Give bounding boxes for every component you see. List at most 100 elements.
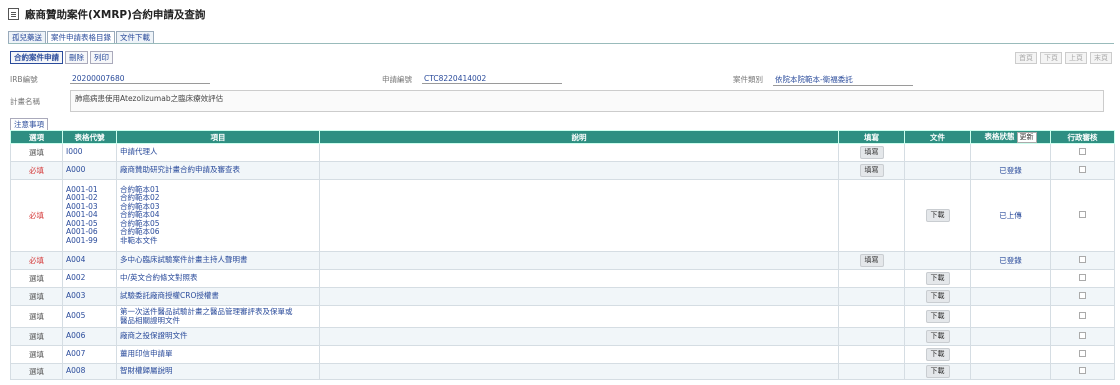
review-checkbox[interactable] <box>1079 312 1086 319</box>
table-row[interactable]: 選填 A006 廠商之投保證明文件 下載 <box>10 327 1115 346</box>
form-item-link[interactable]: 廠商之投保證明文件 <box>120 331 316 340</box>
desc-cell <box>319 179 839 252</box>
status-cell <box>970 269 1051 288</box>
form-code: A005 <box>66 311 86 321</box>
pager: 首頁 下頁 上頁 末頁 <box>1015 52 1112 64</box>
form-item-link[interactable]: 中/英文合約條文對照表 <box>120 273 316 282</box>
code-cell: I000 <box>62 143 117 162</box>
form-item-link[interactable]: 多中心臨床試驗案件計畫主持人聲明書 <box>120 255 316 264</box>
form-code: A008 <box>66 366 86 376</box>
first-page-button[interactable]: 首頁 <box>1015 52 1037 64</box>
review-checkbox[interactable] <box>1079 274 1086 281</box>
fill-button[interactable]: 填寫 <box>859 254 884 267</box>
review-checkbox[interactable] <box>1079 367 1086 374</box>
review-checkbox[interactable] <box>1079 292 1086 299</box>
code-cell: A004 <box>62 251 117 270</box>
download-button[interactable]: 下載 <box>925 209 950 222</box>
doc-cell <box>904 161 971 180</box>
table-row[interactable]: 必填 A001-01 A001-02 A001-03 A001-04 A001-05 A00… <box>10 179 1115 252</box>
review-checkbox[interactable] <box>1079 166 1086 173</box>
desc-cell <box>319 287 839 306</box>
info-row: IRB編號 20200007680 申請編號 CTC8220414002 案件類… <box>10 74 1114 88</box>
form-item-link[interactable]: 試驗委託廠商授權CRO授權書 <box>120 291 316 300</box>
review-checkbox[interactable] <box>1079 332 1086 339</box>
delete-button[interactable]: 刪除 <box>65 51 88 64</box>
code-cell: A007 <box>62 345 117 364</box>
fill-cell: 填寫 <box>838 161 905 180</box>
item-cell: 合約範本01 合約範本02 合約範本03 合約範本04 合約範本05 合約範本06 非範本文… <box>116 179 320 252</box>
update-button[interactable]: 更新 <box>1016 132 1037 143</box>
form-item-link[interactable]: 非範本文件 <box>120 236 316 245</box>
code-cell: A002 <box>62 269 117 288</box>
form-item-link[interactable]: 薑用印信申請單 <box>120 349 316 358</box>
review-cell <box>1050 363 1115 380</box>
option-cell: 選填 <box>10 269 63 288</box>
code-cell: A005 <box>62 305 117 328</box>
form-item-link[interactable]: 廠商贊助研究計畫合約申請及審查表 <box>120 165 316 174</box>
form-item-link[interactable]: 醫品相關證明文件 <box>120 316 316 325</box>
item-cell: 廠商之投保證明文件 <box>116 327 320 346</box>
status-cell <box>970 143 1051 162</box>
notice-tab[interactable]: 注意事項 <box>10 118 48 130</box>
review-checkbox[interactable] <box>1079 350 1086 357</box>
table-row[interactable]: 選填 A002 中/英文合約條文對照表 下載 <box>10 269 1115 288</box>
option-cell: 必填 <box>10 251 63 270</box>
plan-name-label: 計畫名稱 <box>10 97 40 106</box>
col-desc: 說明 <box>319 130 839 144</box>
fill-cell <box>838 305 905 328</box>
col-fill: 填寫 <box>838 130 905 144</box>
table-row[interactable]: 選填 A003 試驗委託廠商授權CRO授權書 下載 <box>10 287 1115 306</box>
desc-cell <box>319 345 839 364</box>
form-code: A002 <box>66 273 86 283</box>
table-row[interactable]: 選填 I000 申請代理人 填寫 <box>10 143 1115 162</box>
table-row[interactable]: 必填 A000 廠商贊助研究計畫合約申請及審查表 填寫 已登錄 <box>10 161 1115 180</box>
form-code: A000 <box>66 165 86 175</box>
prev-page-button[interactable]: 上頁 <box>1065 52 1087 64</box>
apply-no-value: CTC8220414002 <box>422 74 562 84</box>
col-doc: 文件 <box>904 130 971 144</box>
review-checkbox[interactable] <box>1079 256 1086 263</box>
table-row[interactable]: 必填 A004 多中心臨床試驗案件計畫主持人聲明書 填寫 已登錄 <box>10 251 1115 270</box>
download-button[interactable]: 下載 <box>925 272 950 285</box>
table-row[interactable]: 選填 A007 薑用印信申請單 下載 <box>10 345 1115 364</box>
window-title-bar: 廠商贊助案件(XMRP)合約申請及查詢 <box>8 6 1114 22</box>
fill-button[interactable]: 填寫 <box>859 146 884 159</box>
col-code: 表格代號 <box>62 130 117 144</box>
doc-cell <box>904 251 971 270</box>
next-page-button[interactable]: 下頁 <box>1040 52 1062 64</box>
option-cell: 選填 <box>10 143 63 162</box>
apply-contract-button[interactable]: 合約案件申請 <box>10 51 63 64</box>
download-button[interactable]: 下載 <box>925 365 950 378</box>
form-item-link[interactable]: 智財權歸屬說明 <box>120 366 316 375</box>
form-code: A004 <box>66 255 86 265</box>
table-row[interactable]: 選填 A008 智財權歸屬說明 下載 <box>10 363 1115 380</box>
last-page-button[interactable]: 末頁 <box>1090 52 1112 64</box>
download-button[interactable]: 下載 <box>925 330 950 343</box>
doc-cell: 下載 <box>904 287 971 306</box>
review-checkbox[interactable] <box>1079 211 1086 218</box>
desc-cell <box>319 269 839 288</box>
status-cell: 已登錄 <box>970 251 1051 270</box>
col-item: 項目 <box>116 130 320 144</box>
item-cell: 試驗委託廠商授權CRO授權書 <box>116 287 320 306</box>
form-item-link[interactable]: 申請代理人 <box>120 147 316 156</box>
review-cell <box>1050 179 1115 252</box>
option-cell: 選填 <box>10 345 63 364</box>
print-button[interactable]: 列印 <box>90 51 113 64</box>
download-button[interactable]: 下載 <box>925 310 950 323</box>
review-checkbox[interactable] <box>1079 148 1086 155</box>
doc-cell: 下載 <box>904 363 971 380</box>
code-cell: A001-01 A001-02 A001-03 A001-04 A001-05 A001-… <box>62 179 117 252</box>
review-cell <box>1050 345 1115 364</box>
fill-cell <box>838 269 905 288</box>
fill-cell <box>838 363 905 380</box>
option-cell: 選填 <box>10 287 63 306</box>
review-cell <box>1050 327 1115 346</box>
download-button[interactable]: 下載 <box>925 348 950 361</box>
fill-button[interactable]: 填寫 <box>859 164 884 177</box>
table-row[interactable]: 選填 A005 第一次送件醫品試驗計畫之醫品管理審評表及保單或 醫品相關證明文件 下載 <box>10 305 1115 328</box>
desc-cell <box>319 363 839 380</box>
case-type-label: 案件類別 <box>733 75 763 84</box>
review-cell <box>1050 269 1115 288</box>
download-button[interactable]: 下載 <box>925 290 950 303</box>
